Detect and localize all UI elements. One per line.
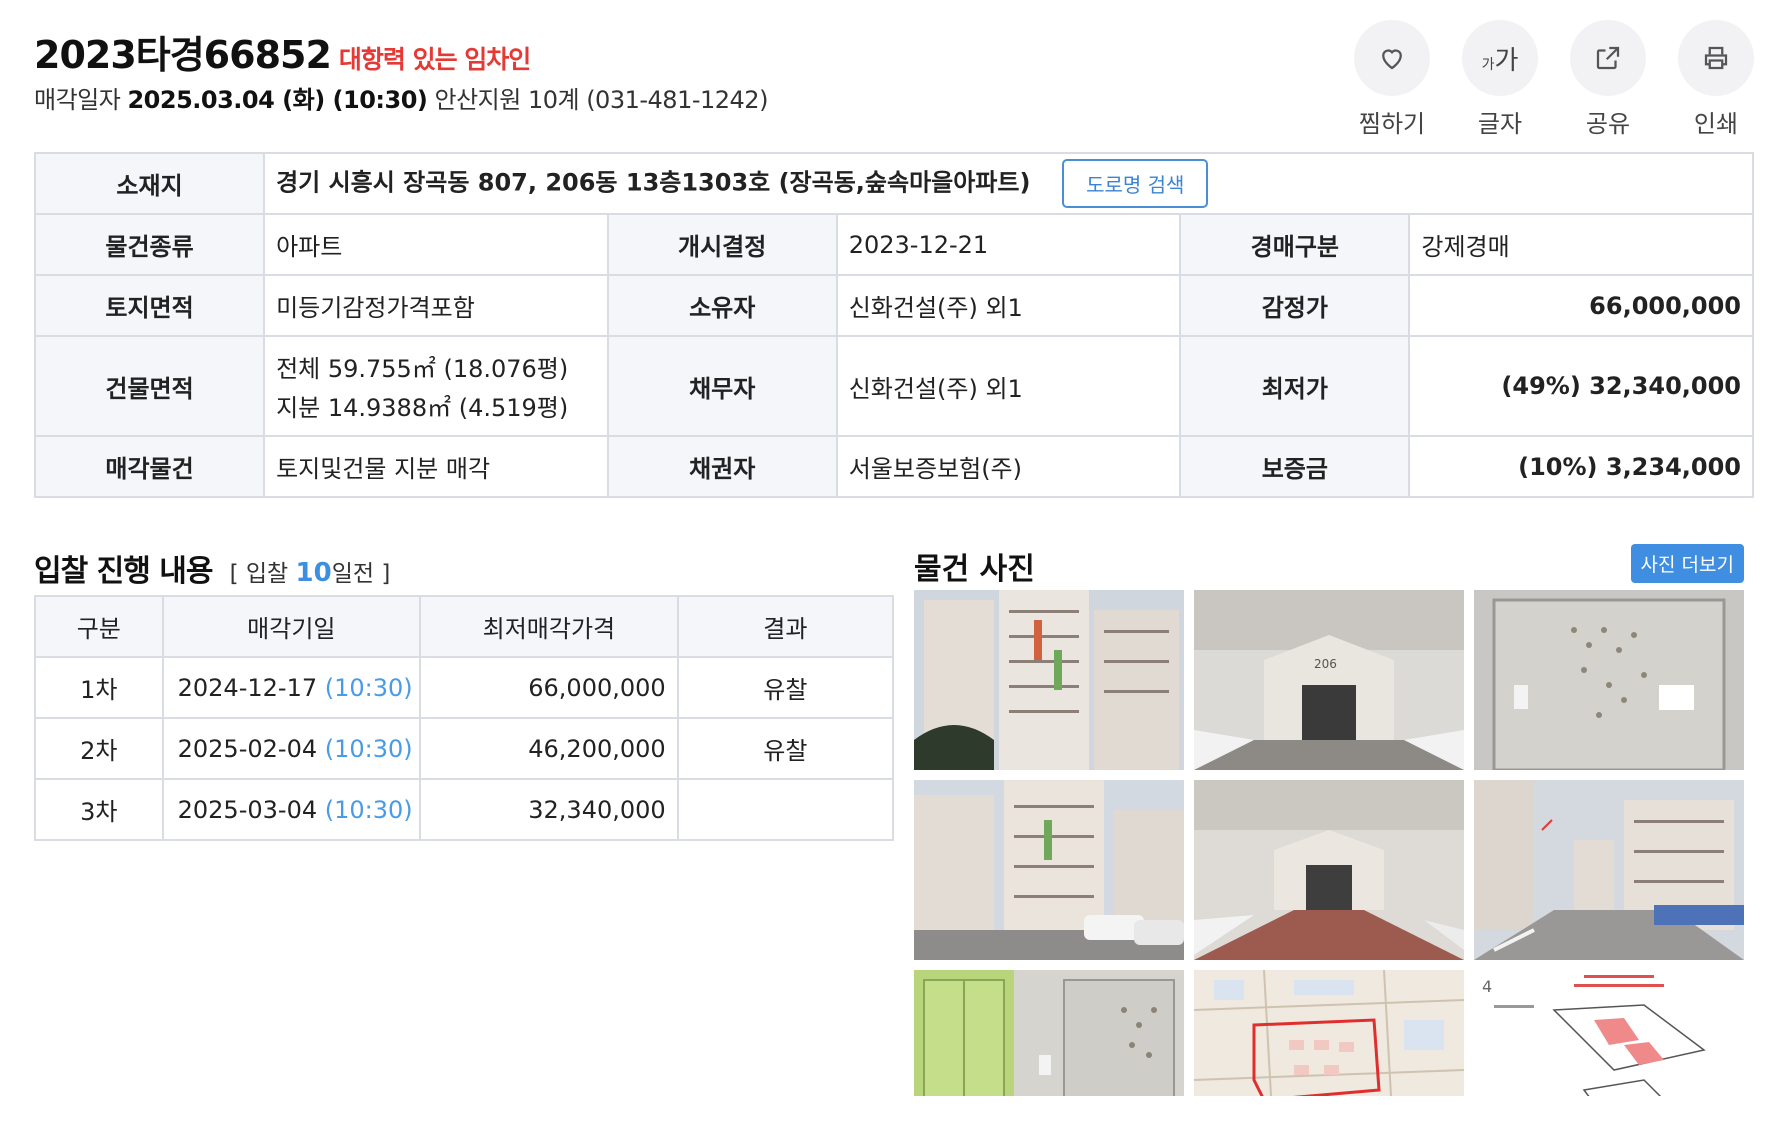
auction-type-value: 강제경매 — [1408, 213, 1754, 276]
commencement-label: 개시결정 — [606, 213, 838, 276]
location-label: 소재지 — [33, 152, 266, 215]
photo-floor-plan[interactable]: 4 — [1474, 970, 1744, 1096]
share-button[interactable]: 공유 — [1570, 20, 1646, 139]
court-info: 안산지원 10계 (031-481-1242) — [434, 86, 769, 114]
print-icon — [1704, 46, 1728, 70]
sale-info: 매각일자 2025.03.04 (화) (10:30) 안산지원 10계 (03… — [34, 80, 768, 115]
photo-complex-street[interactable] — [1474, 780, 1744, 960]
land-area-label: 토지면적 — [33, 274, 266, 337]
building-area-label: 건물면적 — [33, 335, 266, 437]
photo-apartment-exterior[interactable] — [914, 590, 1184, 770]
location-row: 소재지 경기 시흥시 장곡동 807, 206동 13층1303호 (장곡동,숲… — [33, 152, 1754, 215]
debtor-value: 신화건설(주) 외1 — [835, 335, 1182, 437]
auction-type-label: 경매구분 — [1179, 213, 1411, 276]
font-size-icon: 가가 — [1481, 45, 1519, 76]
share-icon — [1596, 46, 1620, 70]
table-row: 2차 2025-02-04 (10:30) 46,200,000 유찰 — [34, 717, 895, 780]
table-row: 3차 2025-03-04 (10:30) 32,340,000 — [34, 778, 895, 841]
creditor-value: 서울보증보험(주) — [835, 435, 1182, 498]
action-bar: 찜하기 가가 글자 공유 인쇄 — [1354, 20, 1754, 139]
sale-object-label: 매각물건 — [33, 435, 266, 498]
table-row: 1차 2024-12-17 (10:30) 66,000,000 유찰 — [34, 656, 895, 719]
table-header-row: 구분 매각기일 최저매각가격 결과 — [34, 595, 895, 658]
page-header: 2023타경66852 대항력 있는 임차인 매각일자 2025.03.04 (화… — [34, 20, 1754, 138]
photo-apartment-exterior-2[interactable] — [914, 780, 1184, 960]
land-area-link[interactable]: 미등기감정가격포함 — [263, 274, 609, 337]
info-row: 토지면적 미등기감정가격포함 소유자 신화건설(주) 외1 감정가 66,000… — [33, 274, 1754, 337]
sale-object-value: 토지및건물 지분 매각 — [263, 435, 609, 498]
bid-section-title: 입찰 진행 내용 — [34, 554, 213, 589]
sale-label: 매각일자 — [34, 86, 121, 114]
property-info-table: 소재지 경기 시흥시 장곡동 807, 206동 13층1303호 (장곡동,숲… — [33, 152, 1754, 498]
case-number: 2023타경66852 — [34, 33, 332, 77]
property-type-value: 아파트 — [263, 213, 609, 276]
bookmark-button[interactable]: 찜하기 — [1354, 20, 1430, 139]
photo-section-title: 물건 사진 — [914, 552, 1035, 587]
photo-building-206-entrance[interactable]: 206 — [1194, 590, 1464, 770]
info-row: 건물면적 전체 59.755㎡ (18.076평) 지분 14.9388㎡ (4… — [33, 335, 1754, 437]
sale-datetime: 2025.03.04 (화) (10:30) — [127, 86, 428, 114]
case-title: 2023타경66852 대항력 있는 임차인 — [34, 24, 531, 79]
col-min-price: 최저매각가격 — [419, 595, 679, 658]
bid-section-header: 입찰 진행 내용 [ 입찰 10일전 ] — [34, 546, 390, 590]
photo-hallway-doors[interactable] — [914, 970, 1184, 1096]
tenant-warning-tag: 대항력 있는 임차인 — [338, 45, 531, 74]
minimum-price-label: 최저가 — [1179, 335, 1411, 437]
bookmark-label: 찜하기 — [1358, 110, 1426, 138]
commencement-value: 2023-12-21 — [835, 213, 1182, 276]
location-value: 경기 시흥시 장곡동 807, 206동 13층1303호 (장곡동,숲속마을아… — [276, 168, 1031, 197]
col-result: 결과 — [676, 595, 895, 658]
photo-section-header: 물건 사진 사진 더보기 — [914, 544, 1752, 590]
debtor-label: 채무자 — [606, 335, 838, 437]
building-area-value: 전체 59.755㎡ (18.076평) 지분 14.9388㎡ (4.519평… — [263, 335, 609, 437]
svg-text:4: 4 — [1482, 977, 1492, 996]
font-size-button[interactable]: 가가 글자 — [1462, 20, 1538, 139]
building-area-total: 전체 59.755㎡ (18.076평) — [276, 355, 569, 383]
photo-location-map[interactable] — [1194, 970, 1464, 1096]
appraisal-value: 66,000,000 — [1408, 274, 1754, 337]
deposit-label: 보증금 — [1179, 435, 1411, 498]
appraisal-label: 감정가 — [1179, 274, 1411, 337]
heart-icon — [1382, 49, 1402, 70]
minimum-price-value: (49%) 32,340,000 — [1408, 335, 1754, 437]
owner-value: 신화건설(주) 외1 — [835, 274, 1182, 337]
print-label: 인쇄 — [1693, 110, 1739, 138]
photo-building-206-entrance-2[interactable] — [1194, 780, 1464, 960]
creditor-label: 채권자 — [606, 435, 838, 498]
photo-unit-door[interactable] — [1474, 590, 1744, 770]
deposit-value: (10%) 3,234,000 — [1408, 435, 1754, 498]
property-type-label: 물건종류 — [33, 213, 266, 276]
share-label: 공유 — [1585, 110, 1631, 138]
building-area-share: 지분 14.9388㎡ (4.519평) — [276, 394, 569, 422]
col-sale-date: 매각기일 — [161, 595, 422, 658]
photo-grid: 206 4 — [914, 590, 1744, 1096]
bid-history-table: 구분 매각기일 최저매각가격 결과 1차 2024-12-17 (10:30) … — [34, 595, 895, 841]
road-name-search-button[interactable]: 도로명 검색 — [1062, 159, 1209, 208]
print-button[interactable]: 인쇄 — [1678, 20, 1754, 139]
info-row: 물건종류 아파트 개시결정 2023-12-21 경매구분 강제경매 — [33, 213, 1754, 276]
bid-days-left: [ 입찰 10일전 ] — [229, 558, 391, 588]
owner-label: 소유자 — [606, 274, 838, 337]
more-photos-button[interactable]: 사진 더보기 — [1630, 544, 1744, 583]
info-row: 매각물건 토지및건물 지분 매각 채권자 서울보증보험(주) 보증금 (10%)… — [33, 435, 1754, 498]
col-round: 구분 — [34, 595, 164, 658]
font-size-label: 글자 — [1477, 110, 1523, 138]
svg-text:206: 206 — [1314, 657, 1337, 671]
